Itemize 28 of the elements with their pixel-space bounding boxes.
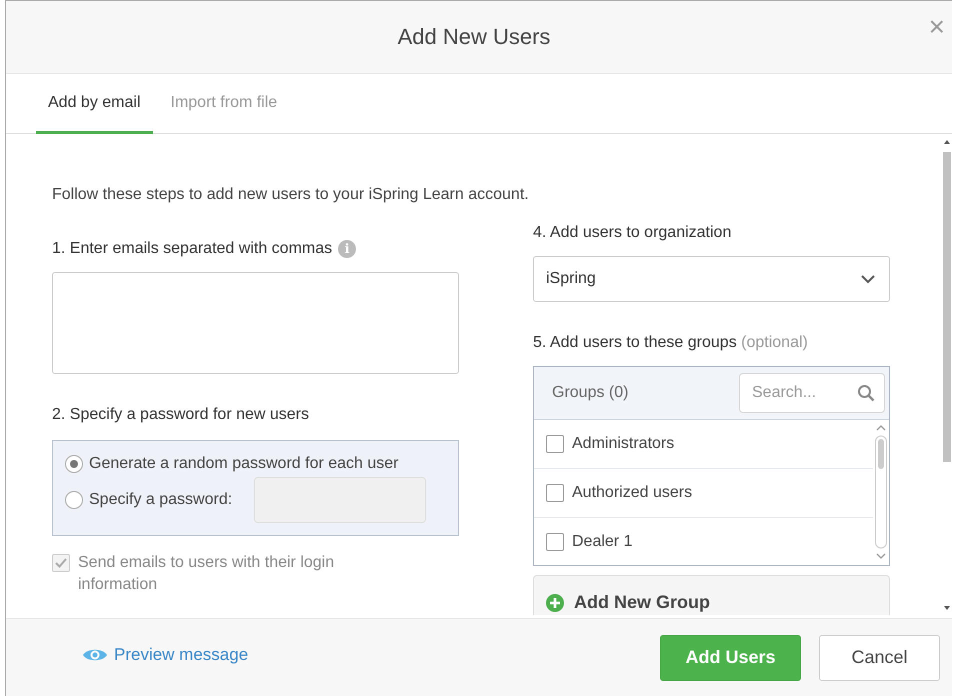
checkbox[interactable]: [546, 533, 564, 551]
add-group-button[interactable]: Add New Group: [533, 575, 890, 615]
radio-button[interactable]: [65, 491, 83, 509]
radio-label[interactable]: Generate a random password for each user: [89, 455, 398, 473]
password-field[interactable]: [254, 477, 426, 523]
dialog-title: Add New Users: [398, 24, 550, 50]
field-label: 4. Add users to organization: [533, 224, 732, 242]
field-label: 1. Enter emails separated with commas: [52, 240, 332, 258]
tab[interactable]: Add by email: [36, 74, 152, 134]
cancel-button[interactable]: Cancel: [819, 634, 940, 680]
preview-link[interactable]: Preview message: [82, 644, 248, 664]
chevron-down-icon: [861, 274, 875, 284]
radio-label[interactable]: Specify a password:: [89, 491, 232, 509]
search-icon[interactable]: [857, 384, 875, 402]
groups-count: Groups (0): [552, 384, 628, 402]
checkbox[interactable]: [546, 435, 564, 453]
emails-field[interactable]: [52, 272, 459, 374]
group-name[interactable]: Authorized users: [572, 484, 692, 502]
field-label: 5. Add users to these groups (optional): [533, 334, 809, 352]
intro-text: Follow these steps to add new users to your iSpring Learn account.: [52, 186, 530, 204]
search-field[interactable]: Search...: [739, 373, 885, 413]
field-label: 2. Specify a password for new users: [52, 406, 310, 424]
radio-button[interactable]: [65, 455, 83, 473]
plus-icon: [546, 594, 564, 612]
checkbox[interactable]: [546, 484, 564, 502]
group-name[interactable]: Administrators: [572, 435, 674, 453]
organization-dropdown[interactable]: iSpring: [533, 256, 890, 302]
group-name[interactable]: Dealer 1: [572, 533, 632, 551]
